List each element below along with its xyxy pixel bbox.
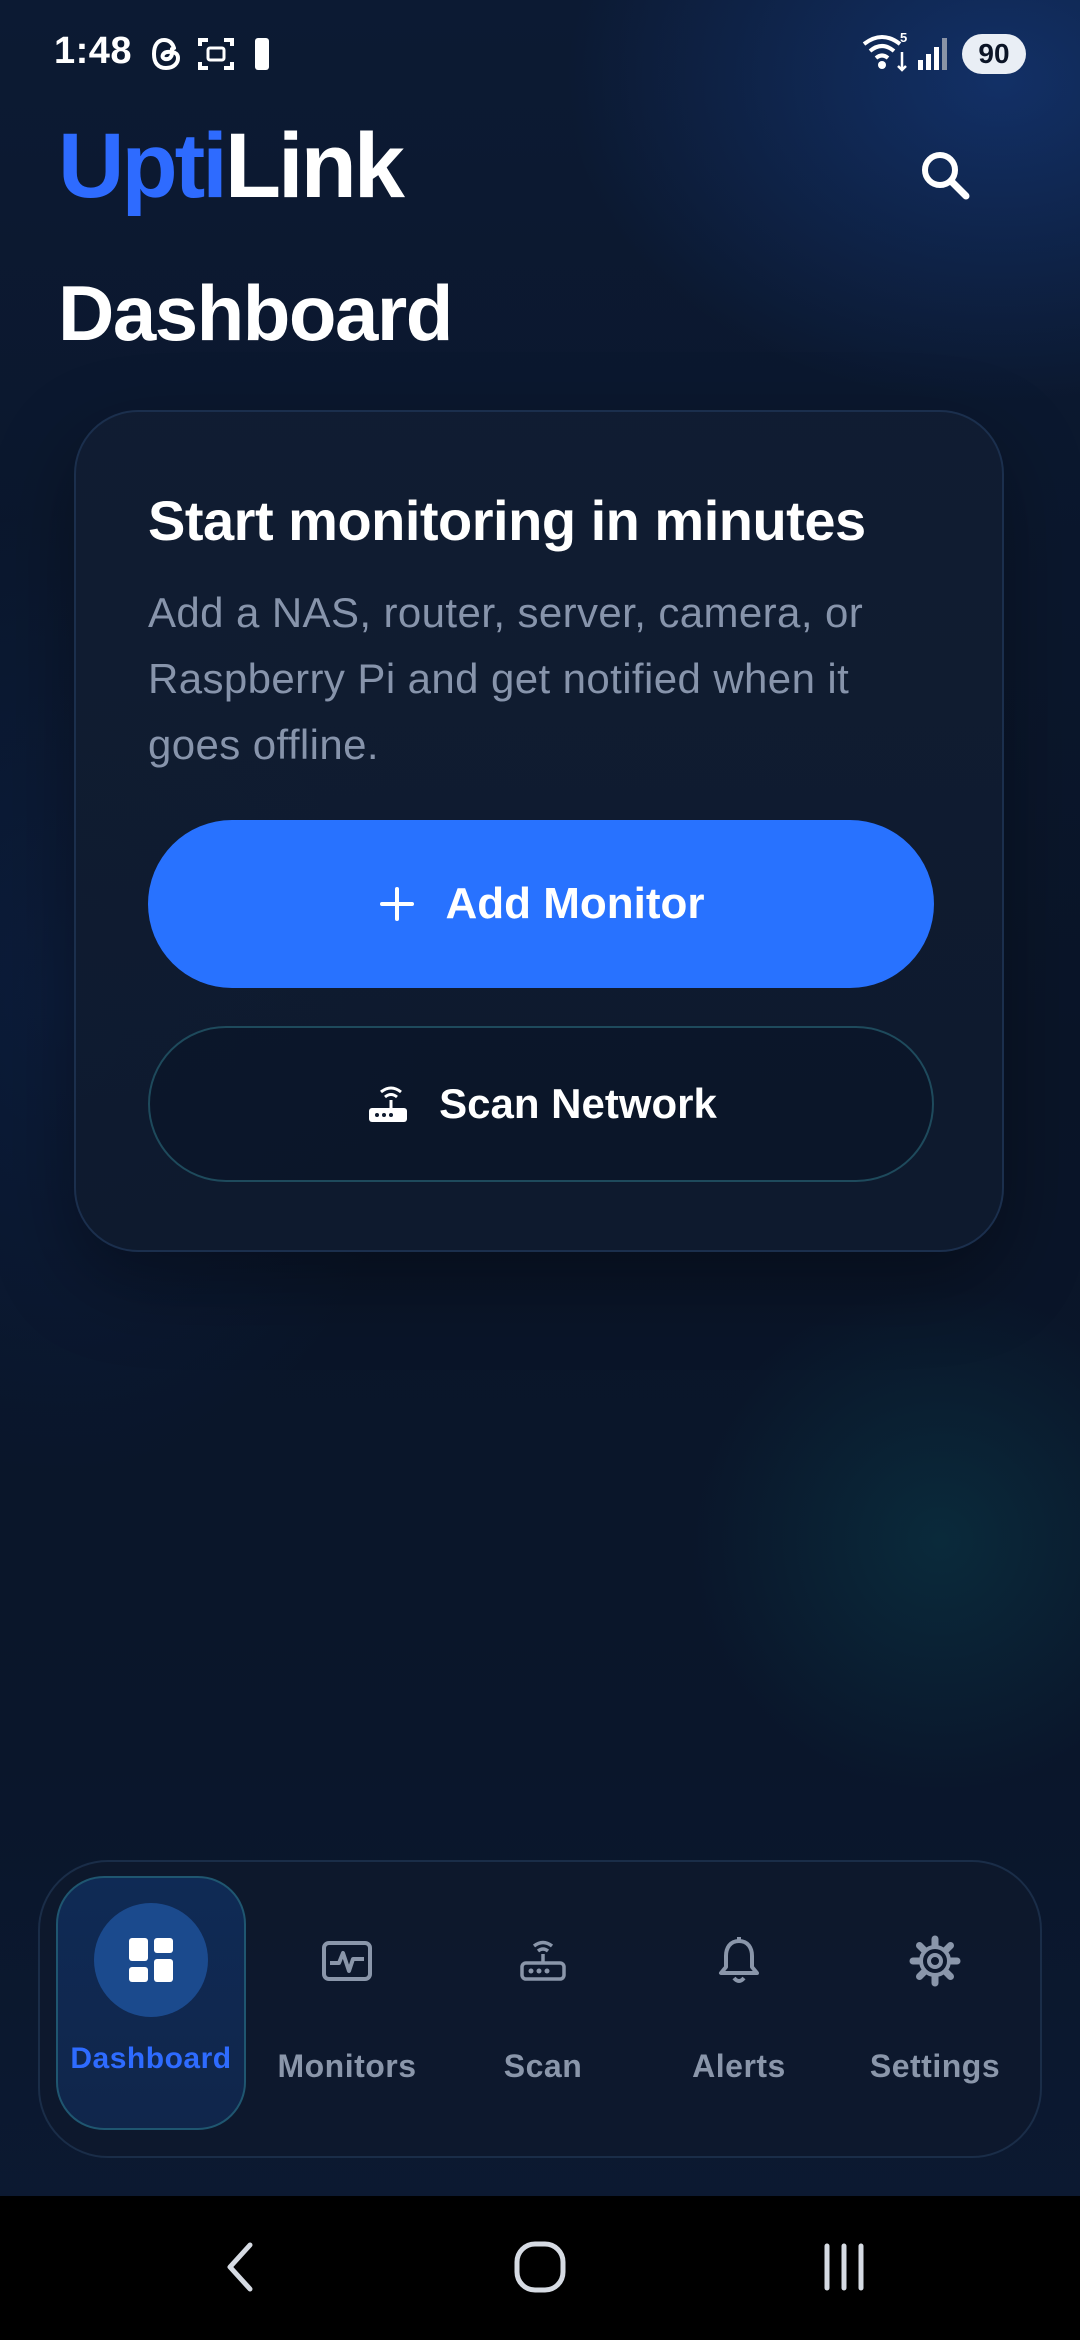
nav-label-monitors: Monitors <box>277 2048 417 2084</box>
battery-level: 90 <box>962 34 1026 74</box>
system-back-button[interactable] <box>200 2232 280 2302</box>
scan-network-label: Scan Network <box>439 1080 717 1127</box>
card-description: Add a NAS, router, server, camera, or Ra… <box>148 589 864 768</box>
recents-icon <box>824 2243 864 2291</box>
nav-item-alerts[interactable]: Alerts <box>644 1876 834 2130</box>
nav-label-dashboard: Dashboard <box>70 2042 232 2075</box>
search-button[interactable] <box>910 140 982 212</box>
nav-item-dashboard[interactable]: Dashboard <box>56 1876 246 2130</box>
nav-label-scan: Scan <box>503 2048 583 2084</box>
status-time: 1:48 <box>54 30 133 72</box>
gear-icon <box>909 1935 961 1987</box>
monitor-pulse-icon <box>322 1941 372 1981</box>
back-icon <box>227 2242 253 2292</box>
card-title: Start monitoring in minutes <box>148 489 866 552</box>
router-scan-icon <box>520 1940 566 1981</box>
cellular-signal-icon <box>916 32 954 77</box>
system-navigation-bar <box>0 2196 1080 2340</box>
nav-label-settings: Settings <box>869 2048 1001 2084</box>
app-logo: UptiLink <box>58 120 405 212</box>
bottom-navigation: Dashboard Monitors Scan Alerts Settings <box>38 1860 1042 2158</box>
onboarding-card: Start monitoring in minutes Add a NAS, r… <box>74 410 1004 1252</box>
dashboard-grid-icon <box>129 1938 173 1982</box>
nav-label-alerts: Alerts <box>692 2048 786 2084</box>
bell-icon <box>719 1937 759 1983</box>
search-icon <box>922 152 970 200</box>
brand-part-link: Link <box>224 115 405 217</box>
add-monitor-label: Add Monitor <box>445 879 705 928</box>
nav-item-settings[interactable]: Settings <box>840 1876 1030 2130</box>
brand-part-upti: Upti <box>58 115 228 217</box>
home-icon <box>514 2241 566 2293</box>
page-title: Dashboard <box>58 269 453 357</box>
nav-item-monitors[interactable]: Monitors <box>252 1876 442 2130</box>
system-home-button[interactable] <box>500 2232 580 2302</box>
nav-item-scan[interactable]: Scan <box>448 1876 638 2130</box>
router-icon <box>369 1086 408 1122</box>
svg-text:5: 5 <box>900 30 907 45</box>
dashboard-icon-background <box>94 1903 208 2017</box>
threads-icon <box>150 34 184 79</box>
battery-small-icon <box>252 34 272 79</box>
add-monitor-button[interactable]: Add Monitor <box>148 820 934 988</box>
wifi-icon: 5 <box>860 30 912 79</box>
system-recents-button[interactable] <box>804 2232 884 2302</box>
scan-network-button[interactable]: Scan Network <box>148 1026 934 1182</box>
status-bar: 1:48 5 90 <box>0 0 1080 110</box>
plus-icon <box>380 887 415 921</box>
screenshot-icon <box>196 34 236 79</box>
